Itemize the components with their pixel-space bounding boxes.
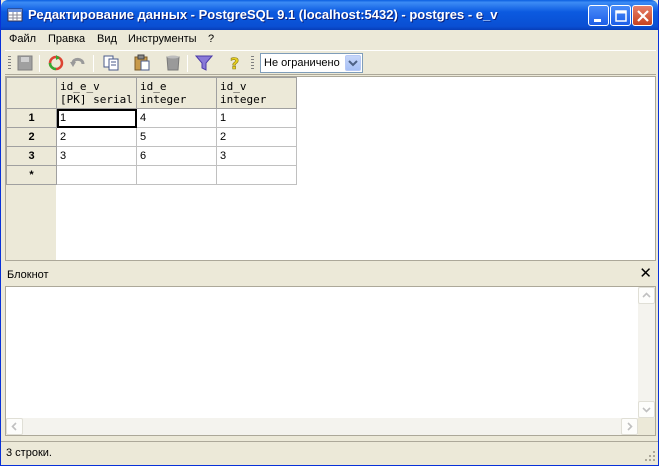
table-cell[interactable]: 1 bbox=[216, 108, 297, 128]
scroll-left-button[interactable] bbox=[6, 418, 23, 435]
window-title: Редактирование данных - PostgreSQL 9.1 (… bbox=[28, 7, 498, 22]
resize-grip-icon[interactable] bbox=[644, 450, 656, 462]
column-name: id_v bbox=[220, 80, 247, 93]
chevron-right-icon bbox=[627, 422, 633, 431]
row-header[interactable]: 2 bbox=[6, 127, 57, 147]
column-name: id_e bbox=[140, 80, 167, 93]
notepad-header: Блокнот ✕ bbox=[5, 265, 656, 285]
toolbar-separator bbox=[93, 55, 94, 72]
chevron-left-icon bbox=[11, 422, 17, 431]
status-text: 3 строки. bbox=[6, 447, 52, 459]
menu-tools[interactable]: Инструменты bbox=[128, 33, 197, 45]
table-cell[interactable] bbox=[136, 165, 217, 185]
scrollbar-corner bbox=[638, 418, 655, 435]
menu-edit[interactable]: Правка bbox=[48, 33, 85, 45]
svg-text:?: ? bbox=[230, 54, 239, 72]
notepad-textarea[interactable] bbox=[5, 286, 656, 436]
new-row: * bbox=[6, 165, 297, 185]
vertical-scrollbar[interactable] bbox=[638, 287, 655, 418]
table-cell[interactable]: 3 bbox=[56, 146, 137, 166]
scroll-down-button[interactable] bbox=[638, 401, 655, 418]
paste-icon[interactable] bbox=[133, 54, 151, 72]
column-header[interactable]: id_e integer bbox=[136, 77, 217, 109]
chevron-up-icon bbox=[642, 292, 651, 298]
table-cell[interactable]: 1 bbox=[56, 108, 137, 128]
dropdown-button[interactable] bbox=[345, 55, 361, 71]
column-type: integer bbox=[220, 93, 267, 106]
table-cell[interactable]: 2 bbox=[56, 127, 137, 147]
column-type: [PK] serial bbox=[60, 93, 133, 106]
row-header[interactable]: 1 bbox=[6, 108, 57, 128]
horizontal-scrollbar[interactable] bbox=[6, 418, 638, 435]
row-header[interactable]: 3 bbox=[6, 146, 57, 166]
filter-icon[interactable] bbox=[195, 54, 213, 72]
toolbar: ? Не ограничено bbox=[5, 50, 656, 75]
menu-file[interactable]: Файл bbox=[9, 33, 36, 45]
delete-icon[interactable] bbox=[164, 54, 182, 72]
notepad-title: Блокнот bbox=[7, 269, 49, 281]
menu-help[interactable]: ? bbox=[208, 33, 214, 45]
column-name: id_e_v bbox=[60, 80, 100, 93]
close-icon bbox=[637, 10, 649, 22]
column-header[interactable]: id_v integer bbox=[216, 77, 297, 109]
close-button[interactable] bbox=[632, 5, 653, 26]
minimize-button[interactable] bbox=[588, 5, 609, 26]
chevron-down-icon bbox=[348, 60, 358, 67]
row-limit-value: Не ограничено bbox=[264, 57, 340, 69]
table-cell[interactable]: 4 bbox=[136, 108, 217, 128]
maximize-button[interactable] bbox=[610, 5, 631, 26]
copy-icon[interactable] bbox=[102, 54, 120, 72]
chevron-down-icon bbox=[642, 407, 651, 413]
table-cell[interactable] bbox=[56, 165, 137, 185]
table-cell[interactable]: 6 bbox=[136, 146, 217, 166]
table-edit-icon bbox=[7, 8, 23, 22]
save-icon[interactable] bbox=[16, 54, 34, 72]
data-table: id_e_v [PK] serial id_e integer id_v intege… bbox=[6, 77, 297, 185]
title-bar[interactable]: Редактирование данных - PostgreSQL 9.1 (… bbox=[1, 0, 658, 30]
row-limit-select[interactable]: Не ограничено bbox=[260, 53, 363, 73]
scroll-right-button[interactable] bbox=[621, 418, 638, 435]
toolbar-separator bbox=[39, 55, 40, 72]
toolbar-separator bbox=[187, 55, 188, 72]
refresh-icon[interactable] bbox=[47, 54, 65, 72]
notepad-close-icon[interactable]: ✕ bbox=[639, 266, 652, 281]
status-bar: 3 строки. bbox=[1, 441, 658, 464]
table-row: 2 2 5 2 bbox=[6, 127, 297, 147]
toolbar-grip[interactable] bbox=[8, 56, 11, 71]
table-cell[interactable]: 2 bbox=[216, 127, 297, 147]
maximize-icon bbox=[615, 10, 627, 22]
column-header[interactable]: id_e_v [PK] serial bbox=[56, 77, 137, 109]
help-icon[interactable]: ? bbox=[226, 54, 244, 72]
scroll-up-button[interactable] bbox=[638, 287, 655, 304]
app-window: Редактирование данных - PostgreSQL 9.1 (… bbox=[0, 0, 659, 466]
grid-corner[interactable] bbox=[6, 77, 57, 109]
column-type: integer bbox=[140, 93, 187, 106]
table-cell[interactable] bbox=[216, 165, 297, 185]
new-row-marker[interactable]: * bbox=[6, 165, 57, 185]
table-row: 3 3 6 3 bbox=[6, 146, 297, 166]
table-cell[interactable]: 5 bbox=[136, 127, 217, 147]
menu-bar: Файл Правка Вид Инструменты ? bbox=[5, 30, 656, 49]
table-row: 1 1 4 1 bbox=[6, 108, 297, 128]
minimize-icon bbox=[594, 19, 601, 22]
table-cell[interactable]: 3 bbox=[216, 146, 297, 166]
data-grid: id_e_v [PK] serial id_e integer id_v intege… bbox=[5, 76, 656, 261]
undo-icon[interactable] bbox=[69, 54, 87, 72]
menu-view[interactable]: Вид bbox=[97, 33, 117, 45]
toolbar-grip[interactable] bbox=[251, 56, 254, 71]
